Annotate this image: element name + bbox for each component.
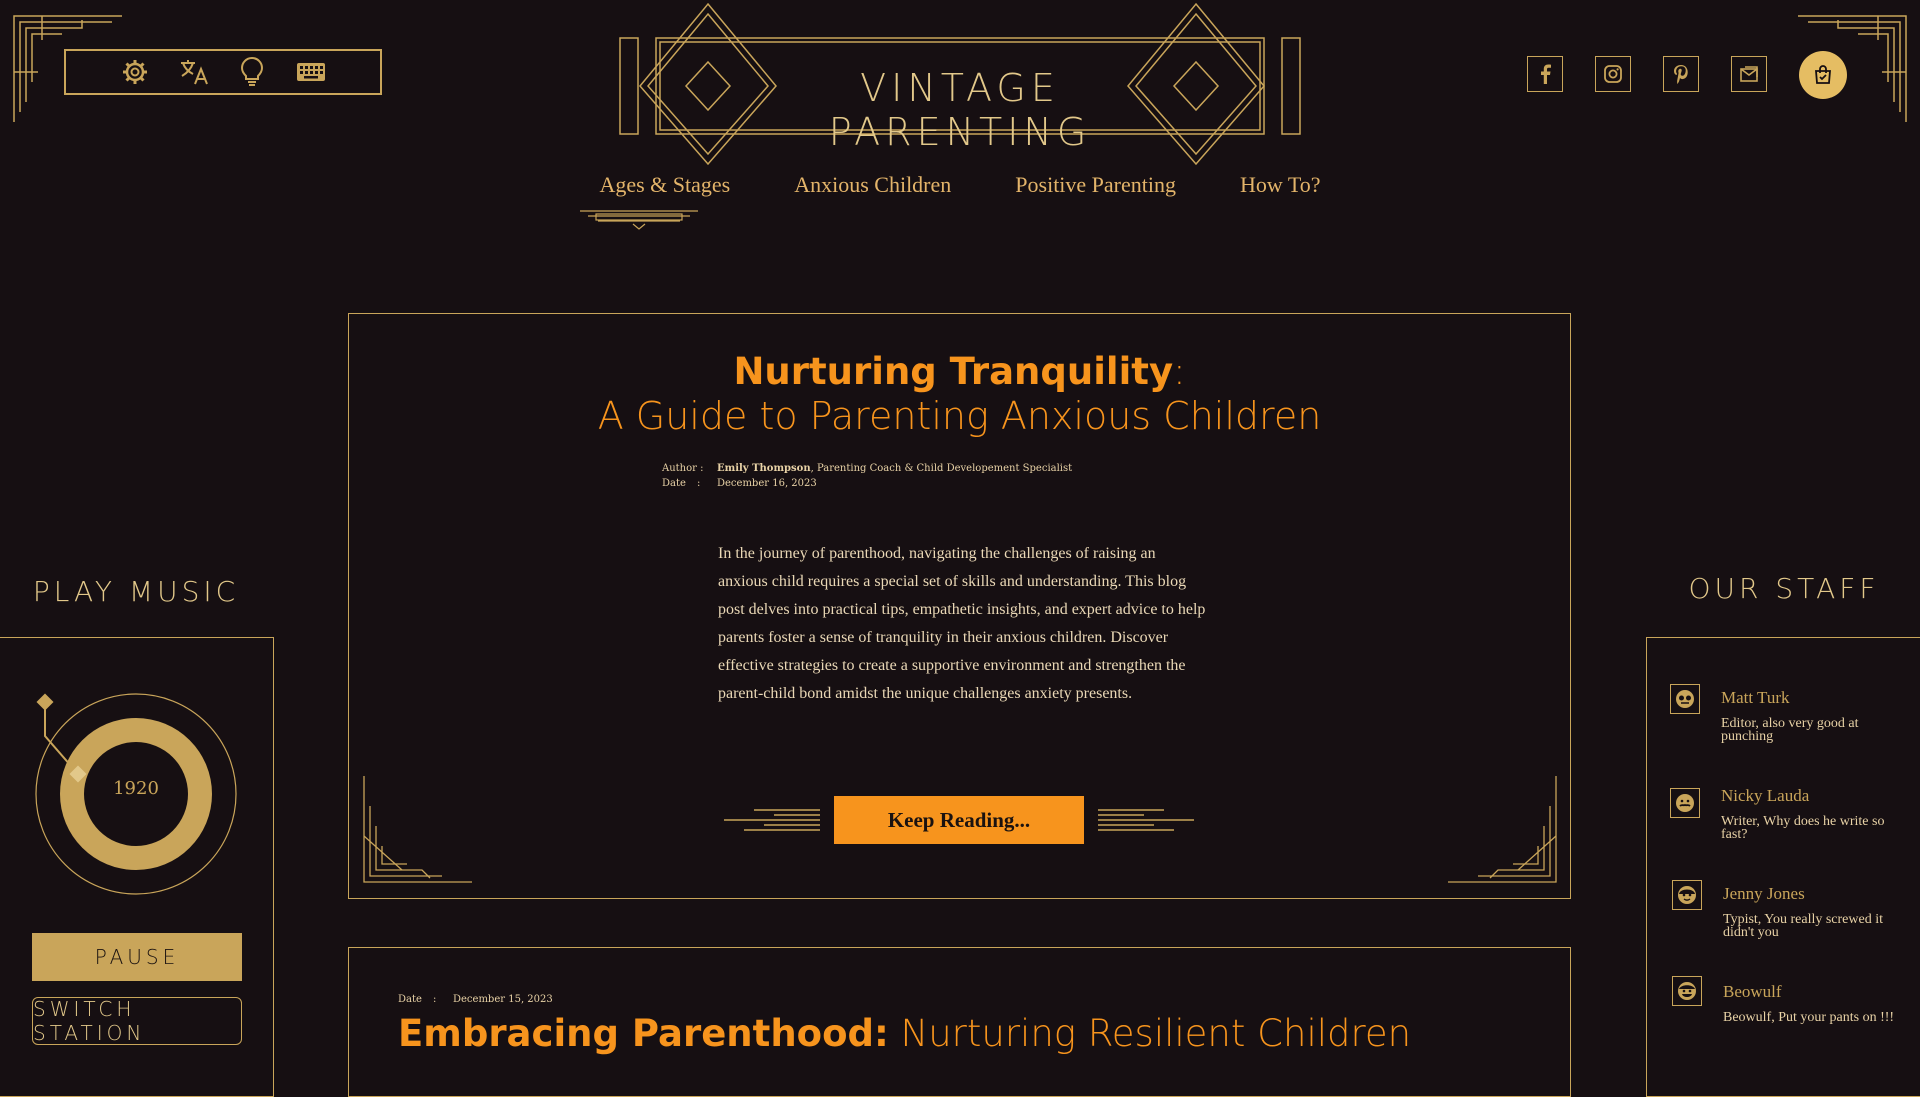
date-label: Date xyxy=(398,994,422,1005)
button-ornament-left xyxy=(724,809,820,831)
article-excerpt: In the journey of parenthood, navigating… xyxy=(718,545,1206,702)
date-separator: : xyxy=(433,994,437,1005)
staff-name[interactable]: Beowulf xyxy=(1723,982,1782,1002)
staff-avatar-jenny[interactable] xyxy=(1672,880,1702,910)
staff-name[interactable]: Nicky Lauda xyxy=(1721,786,1809,806)
facebook-icon xyxy=(1541,64,1551,84)
article-date: December 16, 2023 xyxy=(717,478,817,489)
pinterest-icon xyxy=(1674,65,1688,84)
staff-name[interactable]: Jenny Jones xyxy=(1723,884,1805,904)
lightbulb-icon[interactable] xyxy=(236,56,268,88)
nav-item-ages-stages[interactable]: Ages & Stages xyxy=(599,172,730,198)
instagram-icon xyxy=(1604,65,1622,83)
main-nav: Ages & Stages Anxious Children Positive … xyxy=(540,172,1380,198)
bearded-face-icon xyxy=(1678,982,1696,1000)
staff-avatar-matt[interactable] xyxy=(1670,684,1700,714)
author-role: , Parenting Coach & Child Developement S… xyxy=(810,463,1073,474)
staff-role: Typist, You really screwed it didn't you xyxy=(1723,912,1884,940)
woman-face-icon xyxy=(1678,886,1696,904)
facebook-button[interactable] xyxy=(1527,56,1563,92)
author-info: Emily Thompson, Parenting Coach & Child … xyxy=(717,463,1072,474)
glasses-face-icon xyxy=(1676,690,1694,708)
shopping-bag-icon xyxy=(1815,65,1831,84)
card-corner-ornament-right xyxy=(1448,776,1557,883)
keyboard-icon[interactable] xyxy=(295,56,327,88)
keep-reading-button[interactable]: Keep Reading... xyxy=(834,796,1084,844)
mail-button[interactable] xyxy=(1731,56,1767,92)
pause-button[interactable]: PAUSE xyxy=(32,933,242,981)
staff-name[interactable]: Matt Turk xyxy=(1721,688,1790,708)
date-label: Date xyxy=(662,478,686,489)
author-label: Author : xyxy=(662,463,704,474)
translate-icon[interactable] xyxy=(178,56,210,88)
staff-role: Beowulf, Put your pants on !!! xyxy=(1723,1010,1895,1025)
staff-role: Editor, also very good at punching xyxy=(1721,716,1859,744)
mail-icon xyxy=(1740,66,1758,82)
nav-active-underline xyxy=(580,210,698,230)
mustache-face-icon xyxy=(1676,794,1694,812)
article-subtitle[interactable]: A Guide to Parenting Anxious Children xyxy=(348,394,1571,438)
pinterest-button[interactable] xyxy=(1663,56,1699,92)
switch-station-button[interactable]: SWITCH STATION xyxy=(32,997,242,1045)
gear-icon[interactable] xyxy=(119,56,151,88)
date-separator: : xyxy=(697,478,701,489)
nav-item-anxious-children[interactable]: Anxious Children xyxy=(794,172,951,198)
settings-toolbar xyxy=(64,49,382,95)
staff-avatar-nicky[interactable] xyxy=(1670,788,1700,818)
staff-role: Writer, Why does he write so fast? xyxy=(1721,814,1885,842)
staff-avatar-beowulf[interactable] xyxy=(1672,976,1702,1006)
author-name[interactable]: Emily Thompson xyxy=(717,463,811,474)
nav-item-positive-parenting[interactable]: Positive Parenting xyxy=(1015,172,1176,198)
article-title[interactable]: Nurturing Tranquility: xyxy=(348,350,1571,393)
article-title[interactable]: Embracing Parenthood: Nurturing Resilien… xyxy=(398,1012,1411,1055)
button-ornament-right xyxy=(1098,809,1194,831)
article-date: December 15, 2023 xyxy=(453,994,553,1005)
staff-panel-title: OUR STAFF xyxy=(1688,572,1880,605)
site-title[interactable]: VINTAGE PARENTING xyxy=(760,66,1160,154)
music-panel-title: PLAY MUSIC xyxy=(32,575,240,608)
shopping-cart-button[interactable] xyxy=(1799,51,1847,99)
card-corner-ornament-left xyxy=(363,776,472,883)
record-label: 1920 xyxy=(113,778,159,799)
instagram-button[interactable] xyxy=(1595,56,1631,92)
nav-item-how-to[interactable]: How To? xyxy=(1240,172,1321,198)
